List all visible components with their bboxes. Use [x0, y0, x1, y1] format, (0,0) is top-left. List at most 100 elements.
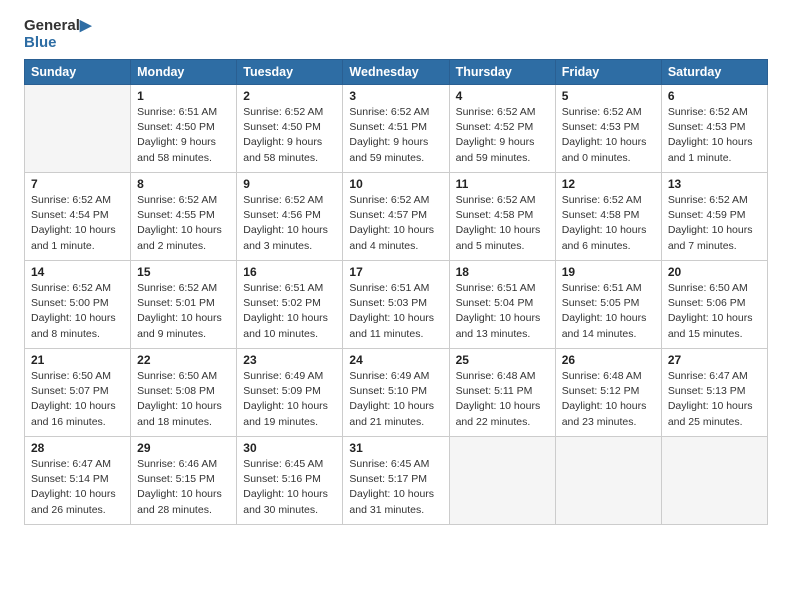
calendar-day-cell: 25 Sunrise: 6:48 AM Sunset: 5:11 PM Dayli… — [449, 349, 555, 437]
weekday-header: Monday — [131, 60, 237, 85]
calendar-week-row: 28Sunrise: 6:47 AM Sunset: 5:14 PM Dayli… — [25, 437, 768, 525]
calendar-day-cell: 28Sunrise: 6:47 AM Sunset: 5:14 PM Dayli… — [25, 437, 131, 525]
day-number: 1 — [137, 89, 230, 103]
day-info: Sunrise: 6:52 AM Sunset: 4:50 PM Dayligh… — [243, 105, 336, 166]
calendar-day-cell: 6 Sunrise: 6:52 AM Sunset: 4:53 PM Daylig… — [661, 85, 767, 173]
calendar-day-cell: 16 Sunrise: 6:51 AM Sunset: 5:02 PM Dayli… — [237, 261, 343, 349]
day-number: 26 — [562, 353, 655, 367]
day-info: Sunrise: 6:52 AM Sunset: 4:58 PM Dayligh… — [562, 193, 655, 254]
weekday-header: Thursday — [449, 60, 555, 85]
day-info: Sunrise: 6:52 AM Sunset: 4:51 PM Dayligh… — [349, 105, 442, 166]
day-number: 22 — [137, 353, 230, 367]
day-number: 13 — [668, 177, 761, 191]
calendar-day-cell: 9 Sunrise: 6:52 AM Sunset: 4:56 PM Daylig… — [237, 173, 343, 261]
day-number: 28 — [31, 441, 124, 455]
calendar-day-cell — [25, 85, 131, 173]
day-info: Sunrise: 6:51 AM Sunset: 5:05 PM Dayligh… — [562, 281, 655, 342]
day-number: 3 — [349, 89, 442, 103]
calendar-day-cell: 8 Sunrise: 6:52 AM Sunset: 4:55 PM Daylig… — [131, 173, 237, 261]
calendar-week-row: 7 Sunrise: 6:52 AM Sunset: 4:54 PM Daylig… — [25, 173, 768, 261]
day-number: 10 — [349, 177, 442, 191]
day-number: 8 — [137, 177, 230, 191]
day-number: 18 — [456, 265, 549, 279]
weekday-header: Wednesday — [343, 60, 449, 85]
calendar-day-cell: 24Sunrise: 6:49 AM Sunset: 5:10 PM Dayli… — [343, 349, 449, 437]
logo-text: General▶ Blue — [24, 18, 91, 51]
logo: General▶ Blue — [24, 18, 91, 51]
weekday-header: Tuesday — [237, 60, 343, 85]
calendar-day-cell: 22 Sunrise: 6:50 AM Sunset: 5:08 PM Dayli… — [131, 349, 237, 437]
calendar-day-cell: 11 Sunrise: 6:52 AM Sunset: 4:58 PM Dayli… — [449, 173, 555, 261]
day-number: 31 — [349, 441, 442, 455]
calendar-day-cell: 15 Sunrise: 6:52 AM Sunset: 5:01 PM Dayli… — [131, 261, 237, 349]
calendar-day-cell: 13 Sunrise: 6:52 AM Sunset: 4:59 PM Dayli… — [661, 173, 767, 261]
day-number: 5 — [562, 89, 655, 103]
calendar-header-row: SundayMondayTuesdayWednesdayThursdayFrid… — [25, 60, 768, 85]
day-number: 19 — [562, 265, 655, 279]
calendar-week-row: 14Sunrise: 6:52 AM Sunset: 5:00 PM Dayli… — [25, 261, 768, 349]
calendar-day-cell: 30 Sunrise: 6:45 AM Sunset: 5:16 PM Dayli… — [237, 437, 343, 525]
calendar-day-cell: 27Sunrise: 6:47 AM Sunset: 5:13 PM Dayli… — [661, 349, 767, 437]
day-number: 30 — [243, 441, 336, 455]
day-number: 6 — [668, 89, 761, 103]
calendar-day-cell: 29Sunrise: 6:46 AM Sunset: 5:15 PM Dayli… — [131, 437, 237, 525]
day-info: Sunrise: 6:52 AM Sunset: 4:53 PM Dayligh… — [668, 105, 761, 166]
weekday-header: Friday — [555, 60, 661, 85]
day-info: Sunrise: 6:48 AM Sunset: 5:12 PM Dayligh… — [562, 369, 655, 430]
day-info: Sunrise: 6:50 AM Sunset: 5:07 PM Dayligh… — [31, 369, 124, 430]
day-number: 24 — [349, 353, 442, 367]
day-number: 29 — [137, 441, 230, 455]
day-info: Sunrise: 6:52 AM Sunset: 5:01 PM Dayligh… — [137, 281, 230, 342]
day-number: 11 — [456, 177, 549, 191]
day-number: 12 — [562, 177, 655, 191]
day-number: 20 — [668, 265, 761, 279]
calendar-day-cell: 7 Sunrise: 6:52 AM Sunset: 4:54 PM Daylig… — [25, 173, 131, 261]
day-info: Sunrise: 6:51 AM Sunset: 4:50 PM Dayligh… — [137, 105, 230, 166]
day-info: Sunrise: 6:50 AM Sunset: 5:08 PM Dayligh… — [137, 369, 230, 430]
calendar-day-cell: 12 Sunrise: 6:52 AM Sunset: 4:58 PM Dayli… — [555, 173, 661, 261]
day-info: Sunrise: 6:52 AM Sunset: 4:59 PM Dayligh… — [668, 193, 761, 254]
calendar-week-row: 1 Sunrise: 6:51 AM Sunset: 4:50 PM Daylig… — [25, 85, 768, 173]
calendar-day-cell: 3 Sunrise: 6:52 AM Sunset: 4:51 PM Daylig… — [343, 85, 449, 173]
day-info: Sunrise: 6:51 AM Sunset: 5:02 PM Dayligh… — [243, 281, 336, 342]
day-number: 15 — [137, 265, 230, 279]
header: General▶ Blue — [24, 18, 768, 51]
day-number: 4 — [456, 89, 549, 103]
calendar-day-cell — [661, 437, 767, 525]
calendar-day-cell: 18 Sunrise: 6:51 AM Sunset: 5:04 PM Dayli… — [449, 261, 555, 349]
day-number: 21 — [31, 353, 124, 367]
day-info: Sunrise: 6:45 AM Sunset: 5:16 PM Dayligh… — [243, 457, 336, 518]
calendar-day-cell: 17Sunrise: 6:51 AM Sunset: 5:03 PM Dayli… — [343, 261, 449, 349]
calendar-week-row: 21 Sunrise: 6:50 AM Sunset: 5:07 PM Dayli… — [25, 349, 768, 437]
day-number: 23 — [243, 353, 336, 367]
calendar-day-cell: 26 Sunrise: 6:48 AM Sunset: 5:12 PM Dayli… — [555, 349, 661, 437]
day-info: Sunrise: 6:52 AM Sunset: 4:58 PM Dayligh… — [456, 193, 549, 254]
day-number: 7 — [31, 177, 124, 191]
day-info: Sunrise: 6:52 AM Sunset: 5:00 PM Dayligh… — [31, 281, 124, 342]
calendar-day-cell: 2 Sunrise: 6:52 AM Sunset: 4:50 PM Daylig… — [237, 85, 343, 173]
calendar-day-cell: 19 Sunrise: 6:51 AM Sunset: 5:05 PM Dayli… — [555, 261, 661, 349]
day-info: Sunrise: 6:52 AM Sunset: 4:56 PM Dayligh… — [243, 193, 336, 254]
day-info: Sunrise: 6:51 AM Sunset: 5:04 PM Dayligh… — [456, 281, 549, 342]
day-info: Sunrise: 6:52 AM Sunset: 4:54 PM Dayligh… — [31, 193, 124, 254]
day-info: Sunrise: 6:52 AM Sunset: 4:53 PM Dayligh… — [562, 105, 655, 166]
day-info: Sunrise: 6:51 AM Sunset: 5:03 PM Dayligh… — [349, 281, 442, 342]
calendar: SundayMondayTuesdayWednesdayThursdayFrid… — [24, 59, 768, 525]
day-number: 2 — [243, 89, 336, 103]
calendar-day-cell: 31 Sunrise: 6:45 AM Sunset: 5:17 PM Dayli… — [343, 437, 449, 525]
day-info: Sunrise: 6:52 AM Sunset: 4:57 PM Dayligh… — [349, 193, 442, 254]
calendar-day-cell: 21 Sunrise: 6:50 AM Sunset: 5:07 PM Dayli… — [25, 349, 131, 437]
day-number: 9 — [243, 177, 336, 191]
day-info: Sunrise: 6:48 AM Sunset: 5:11 PM Dayligh… — [456, 369, 549, 430]
calendar-day-cell — [555, 437, 661, 525]
day-info: Sunrise: 6:49 AM Sunset: 5:09 PM Dayligh… — [243, 369, 336, 430]
page: General▶ Blue SundayMondayTuesdayWednesd… — [0, 0, 792, 537]
day-number: 25 — [456, 353, 549, 367]
calendar-day-cell: 14Sunrise: 6:52 AM Sunset: 5:00 PM Dayli… — [25, 261, 131, 349]
day-number: 16 — [243, 265, 336, 279]
calendar-day-cell: 10 Sunrise: 6:52 AM Sunset: 4:57 PM Dayli… — [343, 173, 449, 261]
day-info: Sunrise: 6:47 AM Sunset: 5:13 PM Dayligh… — [668, 369, 761, 430]
calendar-day-cell: 1 Sunrise: 6:51 AM Sunset: 4:50 PM Daylig… — [131, 85, 237, 173]
day-info: Sunrise: 6:45 AM Sunset: 5:17 PM Dayligh… — [349, 457, 442, 518]
day-info: Sunrise: 6:52 AM Sunset: 4:55 PM Dayligh… — [137, 193, 230, 254]
